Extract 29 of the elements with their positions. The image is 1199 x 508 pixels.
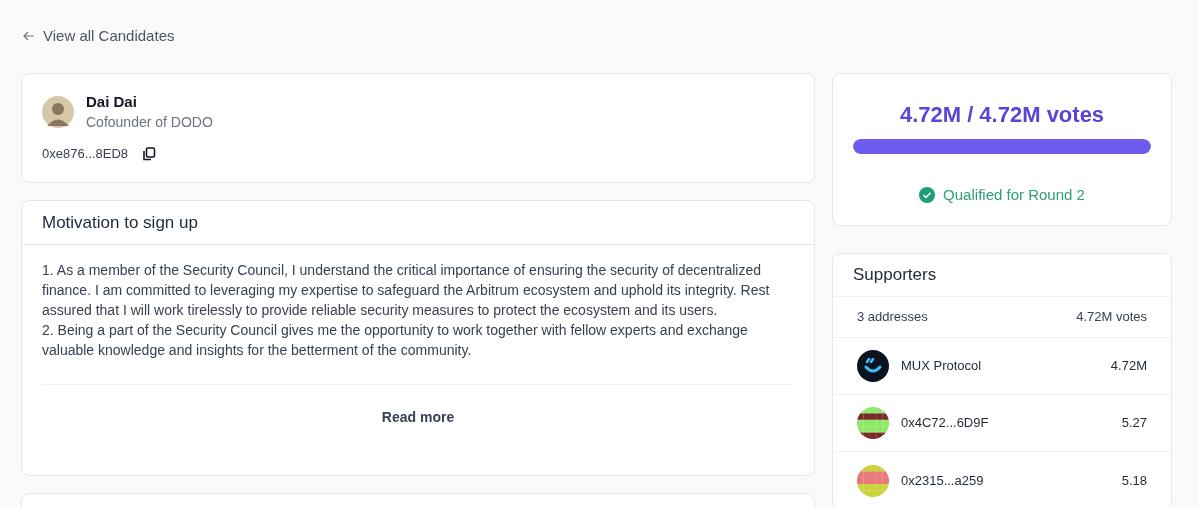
motivation-paragraph: 2. Being a part of the Security Council gives me the opportunity to work together with fellow experts and exchange valuable knowledge and insights for the betterment of the community. xyxy=(42,321,749,360)
back-link-label: View all Candidates xyxy=(43,25,175,46)
copy-icon[interactable] xyxy=(142,146,156,161)
supporter-votes: 4.72M xyxy=(1110,357,1147,376)
avatar-icon xyxy=(42,96,74,128)
vote-total: 4.72M / 4.72M votes xyxy=(899,101,1105,129)
qualification-status: Qualified for Round 2 xyxy=(943,185,1085,205)
supporter-row[interactable]: 0x4C72...6D9F 5.27 xyxy=(833,395,1171,452)
votes-total: 4.72M votes xyxy=(1076,308,1147,327)
back-arrow-icon xyxy=(23,31,35,41)
read-more-button[interactable]: Read more xyxy=(381,407,455,428)
supporter-votes: 5.27 xyxy=(1121,414,1147,433)
supporter-row[interactable]: MUX Protocol 4.72M xyxy=(833,338,1171,395)
identicon-icon xyxy=(857,464,889,497)
candidate-role: Cofounder of DODO xyxy=(86,113,213,132)
card-title: Supporters xyxy=(853,264,937,287)
back-link[interactable]: View all Candidates xyxy=(23,24,175,48)
candidate-name: Dai Dai xyxy=(86,92,138,112)
supporter-name: 0x2315...a259 xyxy=(901,471,985,490)
supporter-name: 0x4C72...6D9F xyxy=(901,414,990,433)
card-title: Motivation to sign up xyxy=(42,211,198,234)
address-count: 3 addresses xyxy=(857,308,928,327)
motivation-paragraph: 1. As a member of the Security Council, I understand the critical importance of ensuring the security of decentralized finance. I am committed to leveraging my expertise to safeguard the Arbitrum ecosystem and uphold its integrity. Rest assured that I will work tirelessly to provide reliable security measures to protect the ecosystem and its users. xyxy=(42,261,771,320)
logo-icon xyxy=(857,350,889,382)
supporter-name: MUX Protocol xyxy=(901,357,983,376)
supporter-row[interactable]: 0x2315...a259 5.18 xyxy=(833,452,1171,508)
identicon-icon xyxy=(857,407,889,439)
wallet-address: 0xe876...8ED8 xyxy=(42,145,128,163)
supporter-votes: 5.18 xyxy=(1121,471,1147,490)
